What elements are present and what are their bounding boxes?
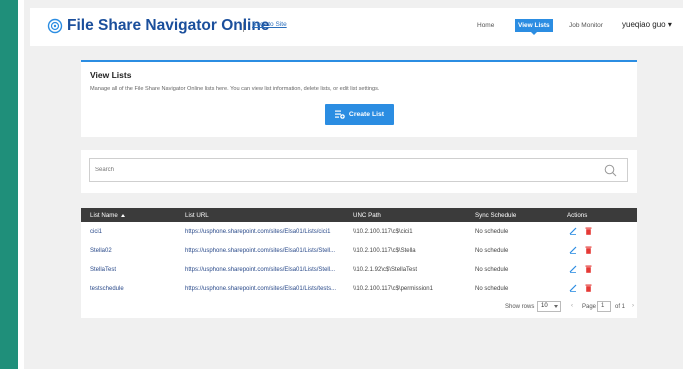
list-name-link[interactable]: StellaTest bbox=[90, 267, 116, 273]
list-url-link[interactable]: https://usphone.sharepoint.com/sites/Els… bbox=[185, 229, 330, 235]
delete-icon[interactable] bbox=[585, 227, 592, 235]
table-row: testschedule https://usphone.sharepoint.… bbox=[81, 279, 637, 298]
search-input[interactable] bbox=[90, 159, 590, 181]
page-label: Page bbox=[582, 304, 597, 310]
header-list-url: List URL bbox=[185, 212, 209, 219]
delete-icon[interactable] bbox=[585, 284, 592, 292]
table-header: List Name List URL UNC Path Sync Schedul… bbox=[81, 208, 637, 222]
list-name-link[interactable]: Stella02 bbox=[90, 248, 112, 254]
left-accent-strip bbox=[0, 0, 18, 369]
page-description: Manage all of the File Share Navigator O… bbox=[90, 86, 380, 92]
list-url-link[interactable]: https://usphone.sharepoint.com/sites/Els… bbox=[185, 286, 336, 292]
header-list-name-label: List Name bbox=[90, 212, 118, 219]
nav-home[interactable]: Home bbox=[477, 22, 494, 29]
nav-job-monitor[interactable]: Job Monitor bbox=[569, 22, 603, 29]
edit-icon[interactable] bbox=[569, 227, 577, 235]
delete-icon[interactable] bbox=[585, 265, 592, 273]
table-row: Stella02 https://usphone.sharepoint.com/… bbox=[81, 241, 637, 260]
sync-schedule: No schedule bbox=[475, 267, 509, 273]
delete-icon[interactable] bbox=[585, 246, 592, 254]
edit-icon[interactable] bbox=[569, 265, 577, 273]
back-to-site-link[interactable]: Back to Site bbox=[252, 21, 287, 28]
list-url-link[interactable]: https://usphone.sharepoint.com/sites/Els… bbox=[185, 248, 335, 254]
list-name-link[interactable]: testschedule bbox=[90, 286, 124, 292]
rows-per-page-value: 10 bbox=[541, 303, 548, 309]
page-number-input[interactable]: 1 bbox=[597, 301, 611, 312]
unc-path: \\10.2.100.117\c$\cici1 bbox=[353, 229, 413, 235]
title-separator bbox=[243, 22, 244, 32]
prev-page-icon[interactable]: ‹ bbox=[571, 303, 573, 309]
unc-path: \\10.2.1.92\c$\StellaTest bbox=[353, 267, 418, 273]
sync-schedule: No schedule bbox=[475, 229, 509, 235]
page-total-label: of 1 bbox=[615, 304, 626, 310]
top-bar: File Share Navigator Online Back to Site… bbox=[30, 8, 683, 46]
sync-schedule: No schedule bbox=[475, 286, 509, 292]
nav-view-lists[interactable]: View Lists bbox=[515, 19, 553, 32]
list-name-link[interactable]: cici1 bbox=[90, 229, 102, 235]
active-tab-caret-icon bbox=[531, 32, 537, 35]
table-row: StellaTest https://usphone.sharepoint.co… bbox=[81, 260, 637, 279]
sync-schedule: No schedule bbox=[475, 248, 509, 254]
chevron-down-icon bbox=[554, 305, 558, 308]
create-list-icon bbox=[334, 110, 345, 119]
list-url-link[interactable]: https://usphone.sharepoint.com/sites/Els… bbox=[185, 267, 335, 273]
edit-icon[interactable] bbox=[569, 284, 577, 292]
edit-icon[interactable] bbox=[569, 246, 577, 254]
show-rows-label: Show rows bbox=[505, 304, 535, 310]
left-inner-strip bbox=[18, 0, 24, 369]
search-panel bbox=[81, 150, 637, 193]
header-unc-path: UNC Path bbox=[353, 212, 381, 219]
next-page-icon[interactable]: › bbox=[632, 303, 634, 309]
table-row: cici1 https://usphone.sharepoint.com/sit… bbox=[81, 222, 637, 241]
app-title: File Share Navigator Online bbox=[67, 17, 270, 34]
lists-table: List Name List URL UNC Path Sync Schedul… bbox=[81, 208, 637, 318]
user-menu[interactable]: yueqiao guo ▾ bbox=[622, 20, 672, 29]
logo-icon bbox=[47, 18, 63, 34]
create-list-button[interactable]: Create List bbox=[325, 104, 394, 125]
unc-path: \\10.2.100.117\c$\Stella bbox=[353, 248, 416, 254]
page-title: View Lists bbox=[90, 70, 132, 80]
rows-per-page-select[interactable]: 10 bbox=[537, 301, 561, 312]
header-list-name[interactable]: List Name bbox=[90, 212, 125, 219]
search-icon[interactable] bbox=[604, 164, 617, 177]
view-lists-panel: View Lists Manage all of the File Share … bbox=[81, 60, 637, 137]
header-actions: Actions bbox=[567, 212, 588, 219]
sort-ascending-icon bbox=[120, 213, 125, 217]
unc-path: \\10.2.100.117\c$\permission1 bbox=[353, 286, 433, 292]
search-box bbox=[89, 158, 628, 182]
header-sync-schedule: Sync Schedule bbox=[475, 212, 517, 219]
pagination-bar: Show rows 10 ‹ Page 1 of 1 › bbox=[81, 298, 637, 318]
create-list-label: Create List bbox=[348, 111, 385, 118]
